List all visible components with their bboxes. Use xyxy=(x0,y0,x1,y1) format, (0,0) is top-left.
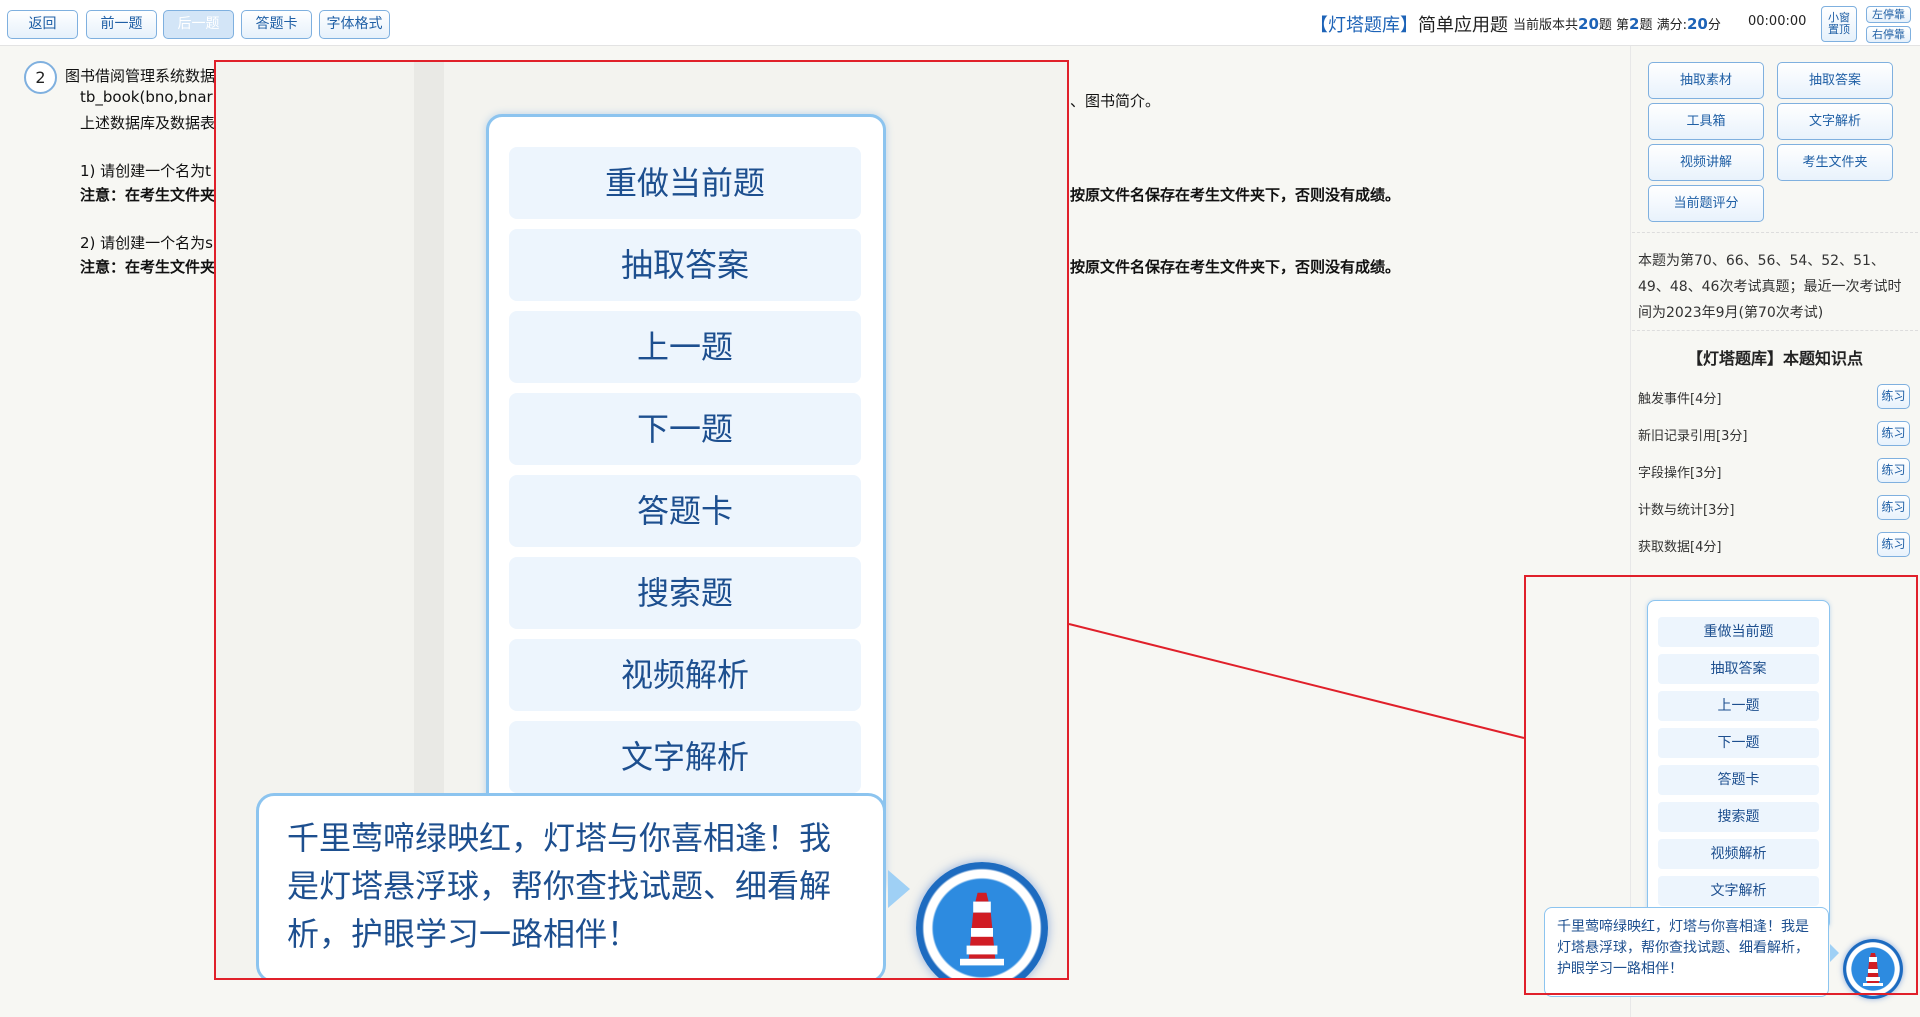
knowledge-title: 【灯塔题库】本题知识点 xyxy=(1686,349,1863,368)
divider xyxy=(1632,232,1918,233)
question-line-2-tail: 、图书简介。 xyxy=(1070,92,1161,110)
dock-right-button[interactable]: 右停靠 xyxy=(1866,26,1911,43)
title-brand: 【灯塔题库】 xyxy=(1310,15,1418,36)
answer-card-button[interactable]: 答题卡 xyxy=(241,10,312,39)
font-format-button[interactable]: 字体格式 xyxy=(319,10,390,39)
zoom-menu-answer-card[interactable]: 答题卡 xyxy=(509,475,861,547)
question-line-3: 上述数据库及数据表 xyxy=(80,114,216,132)
meta-total: 20 xyxy=(1578,15,1599,33)
question-item-2: 2) 请创建一个名为s xyxy=(80,234,213,252)
zoom-menu-video-analysis[interactable]: 视频解析 xyxy=(509,639,861,711)
dock-left-button[interactable]: 左停靠 xyxy=(1866,6,1911,23)
title-text: 简单应用题 xyxy=(1418,15,1508,36)
knowledge-point-name: 触发事件[4分] xyxy=(1638,392,1722,407)
exam-history-text: 本题为第70、66、56、54、52、51、49、48、46次考试真题；最近一次… xyxy=(1638,253,1902,321)
meta-index: 2 xyxy=(1629,15,1640,33)
small-window-pin-button[interactable]: 小窗 置顶 xyxy=(1821,6,1857,42)
zoom-source-highlight xyxy=(1524,575,1918,995)
extract-material-button[interactable]: 抽取素材 xyxy=(1648,62,1764,99)
question-item-1-note-tail: 按原文件名保存在考生文件夹下，否则没有成绩。 xyxy=(1070,186,1401,204)
zoom-floating-ball-button[interactable] xyxy=(916,862,1048,978)
back-button[interactable]: 返回 xyxy=(7,10,78,39)
zoom-bubble-pointer xyxy=(888,870,910,908)
meta-mid: 题 第 xyxy=(1598,18,1630,33)
zoom-menu-redo-current[interactable]: 重做当前题 xyxy=(509,147,861,219)
text-analysis-button[interactable]: 文字解析 xyxy=(1777,103,1893,140)
question-item-2-note-tail: 按原文件名保存在考生文件夹下，否则没有成绩。 xyxy=(1070,258,1401,276)
pin-top-label: 置顶 xyxy=(1828,23,1850,36)
zoom-menu-next-question[interactable]: 下一题 xyxy=(509,393,861,465)
zoom-menu-search-question[interactable]: 搜索题 xyxy=(509,557,861,629)
zoom-menu-extract-answer[interactable]: 抽取答案 xyxy=(509,229,861,301)
meta-score-unit: 分 xyxy=(1707,18,1721,33)
question-line-2: tb_book(bno,bnar xyxy=(80,88,213,106)
prev-question-button[interactable]: 前一题 xyxy=(86,10,157,39)
knowledge-point-name: 获取数据[4分] xyxy=(1638,540,1722,555)
top-toolbar: 返回 前一题 后一题 答题卡 字体格式 【灯塔题库】简单应用题 当前版本共20题… xyxy=(0,0,1920,46)
zoom-floating-menu: 重做当前题 抽取答案 上一题 下一题 答题卡 搜索题 视频解析 文字解析 xyxy=(486,114,886,894)
knowledge-point-name: 新旧记录引用[3分] xyxy=(1638,429,1748,444)
knowledge-point-name: 字段操作[3分] xyxy=(1638,466,1722,481)
extract-answer-button[interactable]: 抽取答案 xyxy=(1777,62,1893,99)
knowledge-point-name: 计数与统计[3分] xyxy=(1638,503,1735,518)
video-lecture-button[interactable]: 视频讲解 xyxy=(1648,144,1764,181)
candidate-folder-button[interactable]: 考生文件夹 xyxy=(1777,144,1893,181)
question-line-1: 图书借阅管理系统数据 xyxy=(65,67,216,85)
practice-button[interactable]: 练习 xyxy=(1877,421,1910,446)
zoom-inset: 重做当前题 抽取答案 上一题 下一题 答题卡 搜索题 视频解析 文字解析 千里莺… xyxy=(214,60,1069,980)
practice-button[interactable]: 练习 xyxy=(1877,495,1910,520)
zoom-menu-prev-question[interactable]: 上一题 xyxy=(509,311,861,383)
timer: 00:00:00 xyxy=(1748,14,1807,29)
question-item-1: 1) 请创建一个名为t xyxy=(80,162,212,180)
zoom-floating-ball-greeting: 千里莺啼绿映红，灯塔与你喜相逢！我是灯塔悬浮球，帮你查找试题、细看解析，护眼学习… xyxy=(256,793,886,978)
zoom-lighthouse-icon xyxy=(960,892,1004,966)
meta-score-label: 题 满分: xyxy=(1639,18,1687,33)
divider xyxy=(1632,330,1918,331)
toolbox-button[interactable]: 工具箱 xyxy=(1648,103,1764,140)
zoom-menu-text-analysis[interactable]: 文字解析 xyxy=(509,721,861,793)
question-item-1-note: 注意：在考生文件夹 xyxy=(80,186,216,204)
meta-score: 20 xyxy=(1686,15,1708,33)
question-meta: 当前版本共20题 第2题 满分:20分 xyxy=(1513,14,1721,33)
page-title: 【灯塔题库】简单应用题 xyxy=(1310,11,1508,37)
practice-button[interactable]: 练习 xyxy=(1877,384,1910,409)
meta-prefix: 当前版本共 xyxy=(1513,18,1579,33)
next-question-button[interactable]: 后一题 xyxy=(163,10,234,39)
question-number-badge: 2 xyxy=(24,61,57,94)
practice-button[interactable]: 练习 xyxy=(1877,458,1910,483)
practice-button[interactable]: 练习 xyxy=(1877,532,1910,557)
score-current-button[interactable]: 当前题评分 xyxy=(1648,185,1764,222)
question-item-2-note: 注意：在考生文件夹 xyxy=(80,258,216,276)
